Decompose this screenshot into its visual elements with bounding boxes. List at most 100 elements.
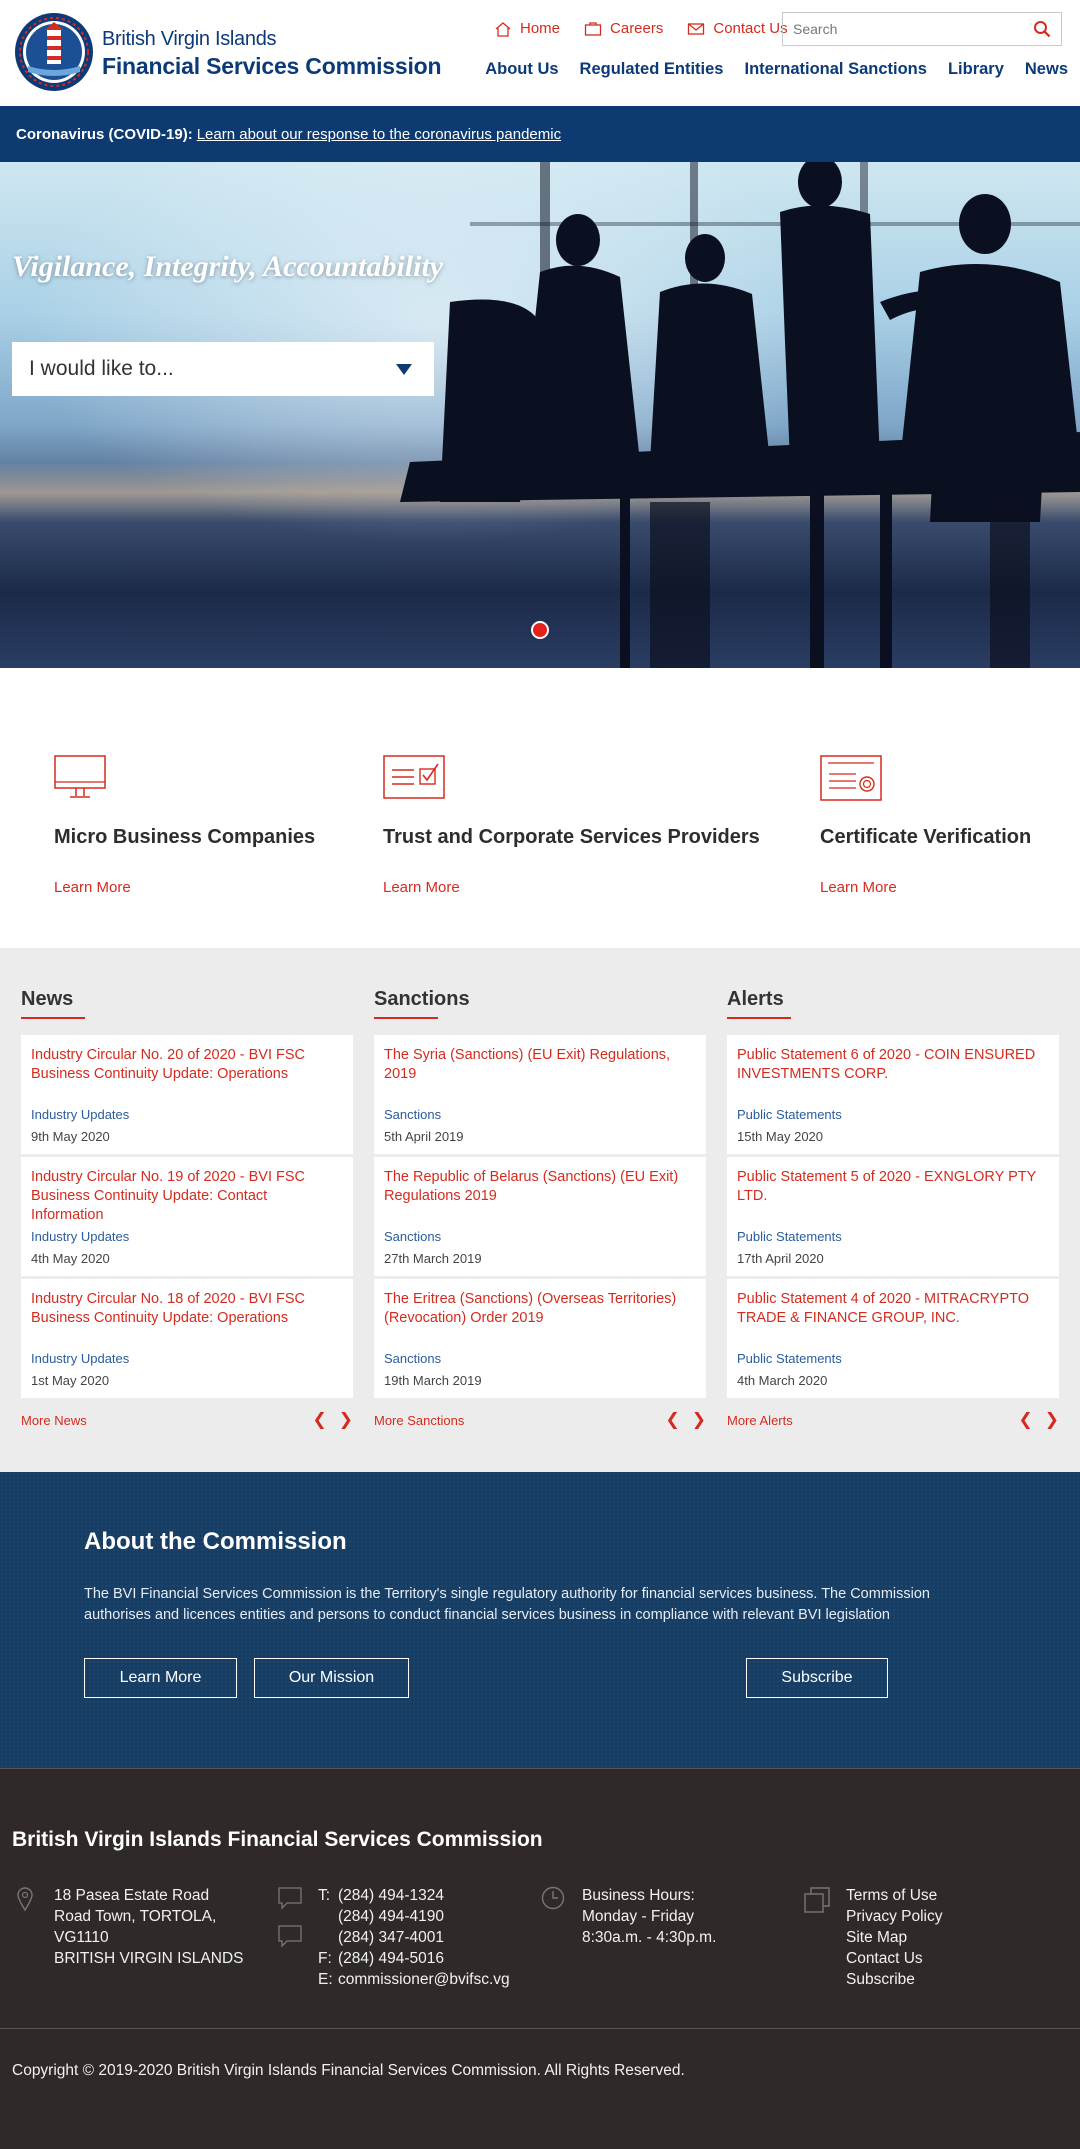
feature-learn-more-link[interactable]: Learn More [54,879,315,896]
item-date: 27th March 2019 [384,1251,482,1266]
item-category[interactable]: Public Statements [737,1107,842,1122]
item-category[interactable]: Industry Updates [31,1351,129,1366]
nav-regulated-entities[interactable]: Regulated Entities [580,60,724,79]
covid-link[interactable]: Learn about our response to the coronavi… [197,126,561,143]
hero-tagline: Vigilance, Integrity, Accountability [12,250,444,283]
more-news-link[interactable]: More News [21,1413,87,1428]
site-map-link[interactable]: Site Map [846,1927,942,1948]
item-category[interactable]: Industry Updates [31,1107,129,1122]
item-title[interactable]: The Eritrea (Sanctions) (Overseas Territ… [384,1290,696,1328]
contact-value[interactable]: commissioner@bvifsc.vg [338,1969,510,1990]
terms-of-use-link[interactable]: Terms of Use [846,1885,942,1906]
util-careers-link[interactable]: Careers [584,20,663,37]
chevron-right-icon[interactable]: ❯ [339,1410,353,1430]
footer-divider [0,2028,1080,2029]
learn-more-button[interactable]: Learn More [84,1658,237,1698]
envelope-icon [688,22,705,35]
item-title[interactable]: Public Statement 4 of 2020 - MITRACRYPTO… [737,1290,1049,1328]
item-category[interactable]: Sanctions [384,1351,441,1366]
feature-title: Trust and Corporate Services Providers [383,826,760,848]
covid-banner: Coronavirus (COVID-19): Learn about our … [0,106,1080,162]
column-footer: More News ❮ ❯ [21,1410,353,1430]
util-contact-label: Contact Us [713,20,788,37]
feature-title: Certificate Verification [820,826,1032,848]
item-date: 17th April 2020 [737,1251,824,1266]
item-title[interactable]: Industry Circular No. 20 of 2020 - BVI F… [31,1046,343,1084]
nav-international-sanctions[interactable]: International Sanctions [745,60,927,79]
pager: ❮ ❯ [1019,1410,1060,1430]
hours-line: Monday - Friday [582,1908,694,1925]
search-input[interactable] [793,21,1033,37]
column-heading: Sanctions [374,988,706,1019]
util-careers-label: Careers [610,20,664,37]
util-home-link[interactable]: Home [494,20,560,37]
contact-value[interactable]: (284) 494-4190 [338,1906,444,1927]
item-title[interactable]: The Republic of Belarus (Sanctions) (EU … [384,1168,696,1206]
chevron-right-icon[interactable]: ❯ [692,1410,706,1430]
privacy-policy-link[interactable]: Privacy Policy [846,1906,942,1927]
item-title[interactable]: Industry Circular No. 18 of 2020 - BVI F… [31,1290,343,1328]
contact-key: E: [318,1971,333,1988]
i-would-like-to-dropdown[interactable]: I would like to... [12,342,434,396]
nav-news[interactable]: News [1025,60,1068,79]
list-item[interactable]: The Republic of Belarus (Sanctions) (EU … [374,1157,706,1276]
list-item[interactable]: The Eritrea (Sanctions) (Overseas Territ… [374,1279,706,1398]
contact-value[interactable]: (284) 494-1324 [338,1885,444,1906]
feature-learn-more-link[interactable]: Learn More [383,879,760,896]
item-title[interactable]: Public Statement 5 of 2020 - EXNGLORY PT… [737,1168,1049,1206]
monitor-icon [54,755,106,798]
list-item[interactable]: Public Statement 4 of 2020 - MITRACRYPTO… [727,1279,1059,1398]
contact-key: T: [318,1887,331,1904]
chevron-left-icon[interactable]: ❮ [666,1410,680,1430]
subscribe-button[interactable]: Subscribe [746,1658,888,1698]
phone-row: (284) 347-4001 [318,1927,510,1948]
list-item[interactable]: Industry Circular No. 20 of 2020 - BVI F… [21,1035,353,1154]
contact-value[interactable]: (284) 347-4001 [338,1927,444,1948]
phone-row: (284) 494-4190 [318,1906,510,1927]
feature-trust-corporate: Trust and Corporate Services Providers L… [383,754,760,896]
item-category[interactable]: Sanctions [384,1229,441,1244]
item-category[interactable]: Public Statements [737,1351,842,1366]
list-item[interactable]: Public Statement 6 of 2020 - COIN ENSURE… [727,1035,1059,1154]
chevron-left-icon[interactable]: ❮ [1019,1410,1033,1430]
feature-title: Micro Business Companies [54,826,316,848]
nav-library[interactable]: Library [948,60,1004,79]
about-section: About the Commission The BVI Financial S… [0,1472,1080,1768]
item-category[interactable]: Sanctions [384,1107,441,1122]
chevron-left-icon[interactable]: ❮ [313,1410,327,1430]
carousel-dot-active[interactable] [531,621,549,639]
contact-value[interactable]: (284) 494-5016 [338,1948,444,1969]
footer-address: 18 Pasea Estate Road Road Town, TORTOLA,… [54,1885,243,1969]
search-icon[interactable] [1033,20,1051,38]
item-date: 15th May 2020 [737,1129,824,1144]
list-item[interactable]: Industry Circular No. 18 of 2020 - BVI F… [21,1279,353,1398]
column-heading: News [21,988,353,1019]
item-title[interactable]: The Syria (Sanctions) (EU Exit) Regulati… [384,1046,696,1084]
column-footer: More Alerts ❮ ❯ [727,1410,1059,1430]
item-category[interactable]: Industry Updates [31,1229,129,1244]
fsc-logo[interactable] [14,12,94,92]
feature-links: Micro Business Companies Learn More Trus… [0,668,1080,948]
list-item[interactable]: The Syria (Sanctions) (EU Exit) Regulati… [374,1035,706,1154]
feature-learn-more-link[interactable]: Learn More [820,879,1031,896]
more-alerts-link[interactable]: More Alerts [727,1413,793,1428]
our-mission-button[interactable]: Our Mission [254,1658,409,1698]
site-header: British Virgin Islands Financial Service… [0,0,1080,106]
nav-about-us[interactable]: About Us [485,60,558,79]
list-item[interactable]: Public Statement 5 of 2020 - EXNGLORY PT… [727,1157,1059,1276]
util-contact-link[interactable]: Contact Us [687,20,788,37]
item-date: 9th May 2020 [31,1129,110,1144]
contact-us-link[interactable]: Contact Us [846,1948,942,1969]
news-sanctions-alerts: News Industry Circular No. 20 of 2020 - … [0,948,1080,1472]
chevron-right-icon[interactable]: ❯ [1045,1410,1059,1430]
item-title[interactable]: Industry Circular No. 19 of 2020 - BVI F… [31,1168,343,1225]
item-title[interactable]: Public Statement 6 of 2020 - COIN ENSURE… [737,1046,1049,1084]
address-line: VG1110 [54,1929,109,1946]
subscribe-link[interactable]: Subscribe [846,1969,942,1990]
brand-name[interactable]: British Virgin Islands Financial Service… [102,28,442,80]
more-sanctions-link[interactable]: More Sanctions [374,1413,464,1428]
certificate-icon [820,755,882,801]
list-item[interactable]: Industry Circular No. 19 of 2020 - BVI F… [21,1157,353,1276]
item-category[interactable]: Public Statements [737,1229,842,1244]
pager: ❮ ❯ [666,1410,707,1430]
